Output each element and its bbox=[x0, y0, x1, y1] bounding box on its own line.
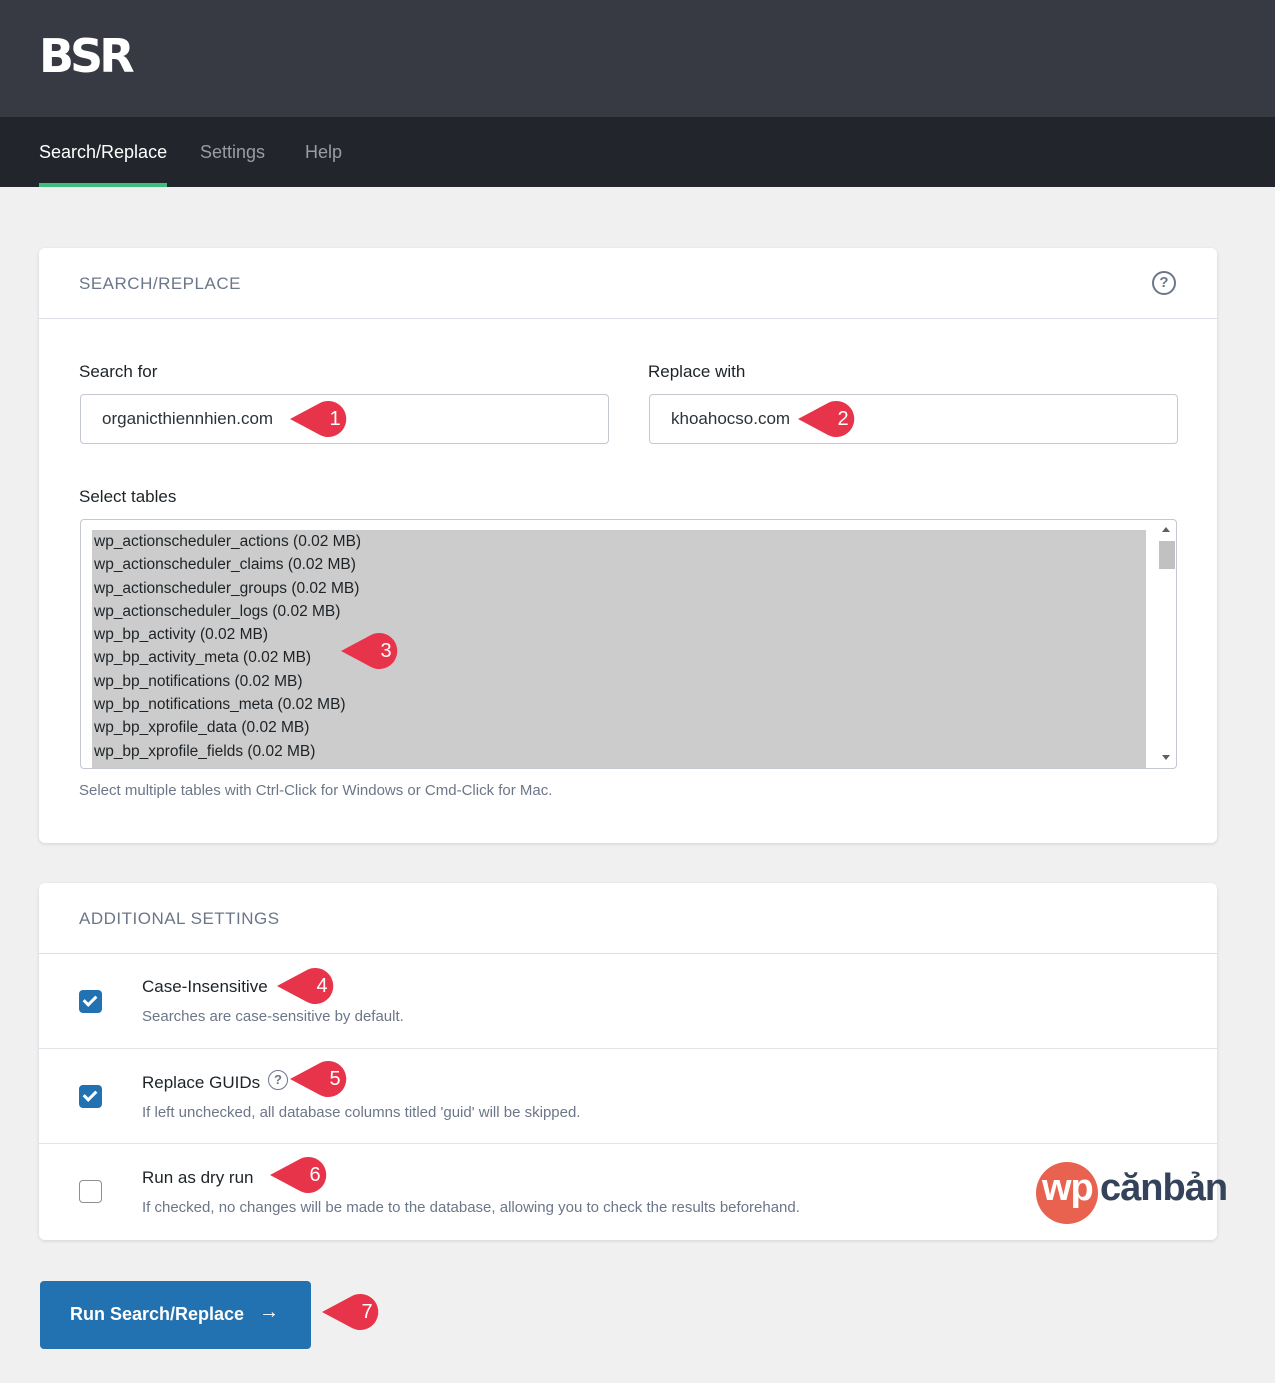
annotation-marker: 2 bbox=[798, 399, 866, 439]
watermark-text: cănbản bbox=[1100, 1167, 1228, 1209]
tab-help[interactable]: Help bbox=[305, 117, 342, 187]
check-icon bbox=[82, 992, 98, 1007]
bsr-logo: BSR bbox=[39, 29, 135, 83]
replace-with-label: Replace with bbox=[648, 362, 746, 381]
search-for-label: Search for bbox=[79, 362, 158, 381]
setting-description: Searches are case-sensitive by default. bbox=[142, 1008, 404, 1025]
nav-bar: Search/Replace Settings Help bbox=[0, 117, 1275, 187]
annotation-marker: 3 bbox=[341, 631, 409, 671]
replace-with-input[interactable]: khoahocso.com bbox=[649, 394, 1178, 444]
marker-number: 7 bbox=[361, 1301, 373, 1323]
setting-description: If checked, no changes will be made to t… bbox=[142, 1199, 800, 1216]
table-option[interactable]: wp_bp_notifications (0.02 MB) bbox=[92, 670, 1146, 693]
table-option[interactable]: wp_bp_xprofile_data (0.02 MB) bbox=[92, 716, 1146, 739]
annotation-marker: 6 bbox=[270, 1155, 338, 1195]
top-header: BSR bbox=[0, 0, 1275, 117]
card-header: ADDITIONAL SETTINGS bbox=[39, 883, 1217, 954]
question-circle-icon[interactable]: ? bbox=[1152, 271, 1176, 295]
tables-hint: Select multiple tables with Ctrl-Click f… bbox=[79, 782, 553, 799]
marker-number: 5 bbox=[329, 1068, 341, 1090]
run-button-label: Run Search/Replace bbox=[70, 1304, 245, 1324]
replace-guids-checkbox[interactable] bbox=[79, 1085, 102, 1108]
marker-number: 2 bbox=[837, 408, 849, 430]
run-search-replace-button[interactable]: Run Search/Replace → bbox=[40, 1281, 311, 1349]
setting-description: If left unchecked, all database columns … bbox=[142, 1104, 581, 1121]
annotation-marker: 5 bbox=[290, 1059, 358, 1099]
tables-select-list[interactable]: wp_actionscheduler_actions (0.02 MB) wp_… bbox=[80, 519, 1177, 769]
table-option[interactable]: wp_bp_activity_meta (0.02 MB) bbox=[92, 646, 1146, 669]
setting-title: Case-Insensitive bbox=[142, 977, 268, 996]
watermark-prefix: wp bbox=[1042, 1167, 1094, 1209]
table-option[interactable]: wp_bp_activity (0.02 MB) bbox=[92, 623, 1146, 646]
tab-settings[interactable]: Settings bbox=[200, 117, 265, 187]
annotation-marker: 7 bbox=[322, 1292, 390, 1332]
setting-replace-guids: Replace GUIDs ? If left unchecked, all d… bbox=[39, 1048, 1217, 1143]
marker-number: 3 bbox=[380, 640, 392, 662]
scroll-up-arrow-icon[interactable] bbox=[1162, 527, 1170, 532]
annotation-marker: 1 bbox=[290, 399, 358, 439]
search-replace-card: SEARCH/REPLACE ? Search for organicthien… bbox=[39, 248, 1217, 843]
table-option[interactable]: wp_bp_xprofile_fields (0.02 MB) bbox=[92, 740, 1146, 763]
scroll-thumb[interactable] bbox=[1159, 541, 1175, 569]
check-icon bbox=[82, 1087, 98, 1102]
setting-title: Run as dry run bbox=[142, 1168, 254, 1187]
setting-title: Replace GUIDs bbox=[142, 1073, 261, 1092]
table-option[interactable]: wp_actionscheduler_groups (0.02 MB) bbox=[92, 577, 1146, 600]
setting-case-insensitive: Case-Insensitive Searches are case-sensi… bbox=[39, 954, 1217, 1049]
card-header: SEARCH/REPLACE ? bbox=[39, 248, 1217, 319]
table-option[interactable]: wp_bp_notifications_meta (0.02 MB) bbox=[92, 693, 1146, 716]
card-title: SEARCH/REPLACE bbox=[79, 274, 241, 293]
marker-number: 6 bbox=[309, 1164, 321, 1186]
marker-number: 4 bbox=[316, 975, 328, 997]
tab-search-replace[interactable]: Search/Replace bbox=[39, 117, 168, 187]
table-option[interactable]: wp_actionscheduler_logs (0.02 MB) bbox=[92, 600, 1146, 623]
table-option[interactable]: wp_actionscheduler_actions (0.02 MB) bbox=[92, 530, 1146, 553]
tables-scrollbar[interactable] bbox=[1157, 520, 1175, 768]
table-option[interactable]: wp_actionscheduler_claims (0.02 MB) bbox=[92, 553, 1146, 576]
card-title: ADDITIONAL SETTINGS bbox=[79, 909, 280, 928]
table-options: wp_actionscheduler_actions (0.02 MB) wp_… bbox=[92, 530, 1146, 768]
dry-run-checkbox[interactable] bbox=[79, 1180, 102, 1203]
arrow-right-icon: → bbox=[259, 1301, 279, 1323]
case-insensitive-checkbox[interactable] bbox=[79, 990, 102, 1013]
select-tables-label: Select tables bbox=[79, 487, 177, 506]
watermark-logo: wp cănbản bbox=[1036, 1160, 1236, 1224]
question-circle-icon[interactable]: ? bbox=[268, 1070, 288, 1090]
scroll-down-arrow-icon[interactable] bbox=[1162, 755, 1170, 760]
marker-number: 1 bbox=[329, 408, 341, 430]
annotation-marker: 4 bbox=[277, 966, 345, 1006]
